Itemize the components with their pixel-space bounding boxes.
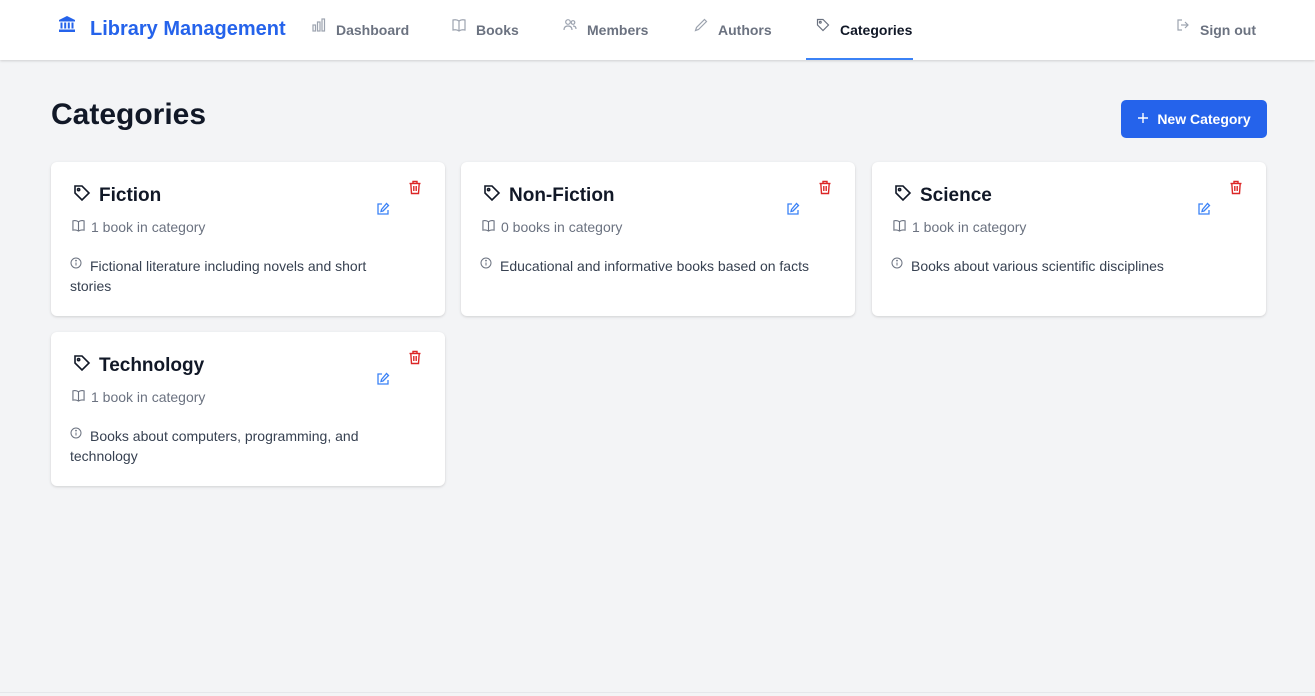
category-title: Fiction bbox=[73, 184, 161, 208]
category-count: 1 book in category bbox=[72, 389, 205, 405]
sign-out-button[interactable]: Sign out bbox=[1176, 0, 1256, 60]
info-icon bbox=[70, 254, 82, 274]
book-open-icon bbox=[452, 19, 466, 32]
tag-icon bbox=[73, 354, 91, 378]
category-name: Science bbox=[920, 185, 992, 206]
category-count-text: 0 books in category bbox=[501, 219, 623, 235]
pencil-icon bbox=[694, 18, 708, 32]
info-icon bbox=[70, 424, 82, 444]
brand[interactable]: Library Management bbox=[58, 0, 286, 58]
users-icon bbox=[563, 19, 577, 32]
nav-label: Authors bbox=[718, 22, 772, 38]
info-icon bbox=[480, 254, 492, 274]
app-title: Library Management bbox=[90, 17, 286, 40]
category-name: Technology bbox=[99, 355, 205, 376]
category-title: Non-Fiction bbox=[483, 184, 615, 208]
edit-icon bbox=[786, 202, 800, 221]
category-name: Non-Fiction bbox=[509, 185, 615, 206]
category-title: Technology bbox=[73, 354, 204, 378]
edit-button[interactable] bbox=[374, 202, 392, 220]
page-title: Categories bbox=[51, 98, 207, 131]
top-navbar: Library Management Dashboard Books Membe… bbox=[0, 0, 1315, 60]
bar-chart-icon bbox=[312, 18, 326, 32]
category-card: Non-Fiction 0 books in category Educatio… bbox=[461, 162, 855, 316]
edit-button[interactable] bbox=[374, 372, 392, 390]
category-count: 1 book in category bbox=[893, 219, 1026, 235]
tag-icon bbox=[816, 18, 830, 32]
edit-icon bbox=[376, 202, 390, 221]
delete-button[interactable] bbox=[816, 180, 834, 200]
category-count-text: 1 book in category bbox=[91, 389, 206, 405]
category-count: 0 books in category bbox=[482, 219, 622, 235]
category-count: 1 book in category bbox=[72, 219, 205, 235]
nav-label: Dashboard bbox=[336, 22, 410, 38]
category-card: Technology 1 book in category Books abou… bbox=[51, 332, 445, 486]
trash-icon bbox=[818, 180, 832, 200]
edit-icon bbox=[1197, 202, 1211, 221]
edit-button[interactable] bbox=[1195, 202, 1213, 220]
category-title: Science bbox=[894, 184, 992, 208]
trash-icon bbox=[408, 350, 422, 370]
nav-label: Categories bbox=[840, 22, 913, 38]
category-description: Books about computers, programming, and … bbox=[70, 426, 410, 466]
category-description: Educational and informative books based … bbox=[480, 256, 820, 276]
new-category-label: New Category bbox=[1157, 111, 1251, 127]
nav-item-books[interactable]: Books bbox=[452, 0, 519, 60]
nav-label: Books bbox=[476, 22, 519, 38]
edit-icon bbox=[376, 372, 390, 391]
plus-icon bbox=[1137, 111, 1149, 127]
new-category-button[interactable]: New Category bbox=[1121, 100, 1267, 138]
trash-icon bbox=[408, 180, 422, 200]
delete-button[interactable] bbox=[406, 180, 424, 200]
category-card: Science 1 book in category Books about v… bbox=[872, 162, 1266, 316]
tag-icon bbox=[483, 184, 501, 208]
category-card: Fiction 1 book in category Fictional lit… bbox=[51, 162, 445, 316]
library-building-icon bbox=[58, 16, 76, 33]
delete-button[interactable] bbox=[406, 350, 424, 370]
book-open-icon bbox=[72, 219, 85, 235]
tag-icon bbox=[894, 184, 912, 208]
category-description: Fictional literature including novels an… bbox=[70, 256, 410, 296]
category-count-text: 1 book in category bbox=[91, 219, 206, 235]
category-description-text: Fictional literature including novels an… bbox=[70, 258, 367, 294]
nav-label: Members bbox=[587, 22, 649, 38]
trash-icon bbox=[1229, 180, 1243, 200]
delete-button[interactable] bbox=[1227, 180, 1245, 200]
footer-divider bbox=[0, 692, 1315, 693]
category-description: Books about various scientific disciplin… bbox=[891, 256, 1231, 276]
info-icon bbox=[891, 254, 903, 274]
book-open-icon bbox=[482, 219, 495, 235]
book-open-icon bbox=[72, 389, 85, 405]
sign-out-label: Sign out bbox=[1200, 22, 1256, 38]
nav-item-categories[interactable]: Categories bbox=[806, 0, 913, 60]
nav-item-members[interactable]: Members bbox=[563, 0, 648, 60]
edit-button[interactable] bbox=[784, 202, 802, 220]
tag-icon bbox=[73, 184, 91, 208]
sign-out-icon bbox=[1176, 19, 1190, 32]
book-open-icon bbox=[893, 219, 906, 235]
category-description-text: Educational and informative books based … bbox=[500, 258, 809, 274]
category-count-text: 1 book in category bbox=[912, 219, 1027, 235]
nav-item-dashboard[interactable]: Dashboard bbox=[312, 0, 409, 60]
category-name: Fiction bbox=[99, 185, 162, 206]
category-description-text: Books about various scientific disciplin… bbox=[911, 258, 1164, 274]
category-description-text: Books about computers, programming, and … bbox=[70, 428, 359, 464]
nav-item-authors[interactable]: Authors bbox=[694, 0, 772, 60]
